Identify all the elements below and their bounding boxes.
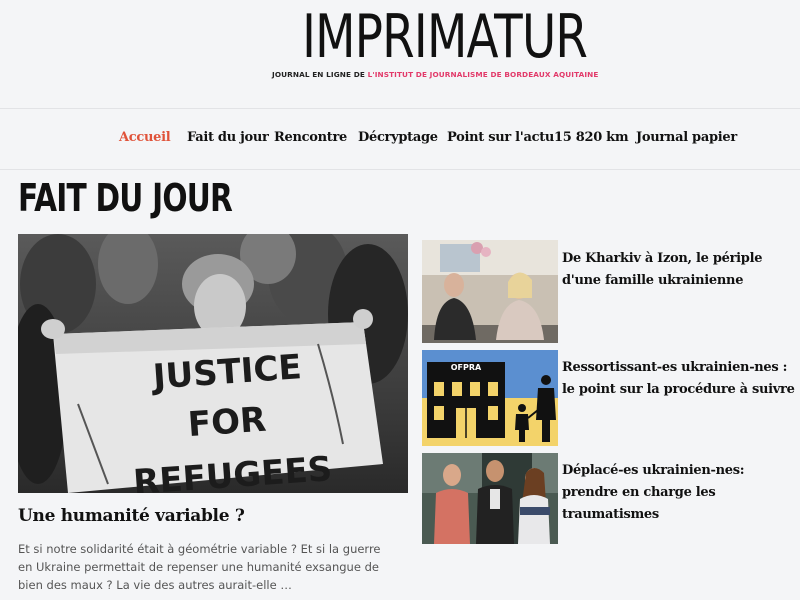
main-article-title[interactable]: Une humanité variable ? <box>18 506 245 526</box>
main-nav: Accueil Fait du jour Rencontre Décryptag… <box>0 108 800 170</box>
main-article-image[interactable]: JUSTICE FOR REFUGEES <box>18 234 408 493</box>
side-article-2-image[interactable]: OFPRA <box>422 350 558 446</box>
side-article-1-image[interactable] <box>422 240 558 343</box>
ofpra-illustration: OFPRA <box>422 350 558 446</box>
side-article-3-title[interactable]: Déplacé-es ukrainien-nes: prendre en cha… <box>562 460 798 526</box>
ofpra-sign: OFPRA <box>451 363 482 372</box>
section-title: FAIT DU JOUR <box>18 176 233 220</box>
family-photo <box>422 240 558 343</box>
main-article-excerpt: Et si notre solidarité était à géométrie… <box>18 542 381 592</box>
nav-item-15820km[interactable]: 15 820 km <box>554 130 629 145</box>
banner-word-for: FOR <box>187 400 268 445</box>
nav-divider <box>0 169 800 170</box>
site-tagline: JOURNAL EN LIGNE DE L'INSTITUT DE JOURNA… <box>272 70 598 79</box>
nav-item-rencontre[interactable]: Rencontre <box>274 130 347 145</box>
refugees-protest-photo: JUSTICE FOR REFUGEES <box>18 234 408 493</box>
side-article-3-image[interactable] <box>422 453 558 544</box>
nav-item-accueil[interactable]: Accueil <box>119 130 171 145</box>
nav-item-decryptage[interactable]: Décryptage <box>358 130 438 145</box>
tagline-prefix: JOURNAL EN LIGNE DE <box>272 70 368 79</box>
tagline-highlight: L'INSTITUT DE JOURNALISME DE BORDEAUX AQ… <box>367 70 599 79</box>
site-logo[interactable]: IMPRIMATUR <box>302 6 588 68</box>
nav-item-fait-du-jour[interactable]: Fait du jour <box>187 130 269 145</box>
team-photo <box>422 453 558 544</box>
nav-item-point-sur-lactu[interactable]: Point sur l'actu <box>447 130 554 145</box>
nav-item-journal-papier[interactable]: Journal papier <box>636 130 737 145</box>
masthead: IMPRIMATUR JOURNAL EN LIGNE DE L'INSTITU… <box>0 0 800 108</box>
side-article-1-title[interactable]: De Kharkiv à Izon, le périple d'une fami… <box>562 248 798 292</box>
side-article-2-title[interactable]: Ressortissant-es ukrainien-nes : le poin… <box>562 357 798 401</box>
